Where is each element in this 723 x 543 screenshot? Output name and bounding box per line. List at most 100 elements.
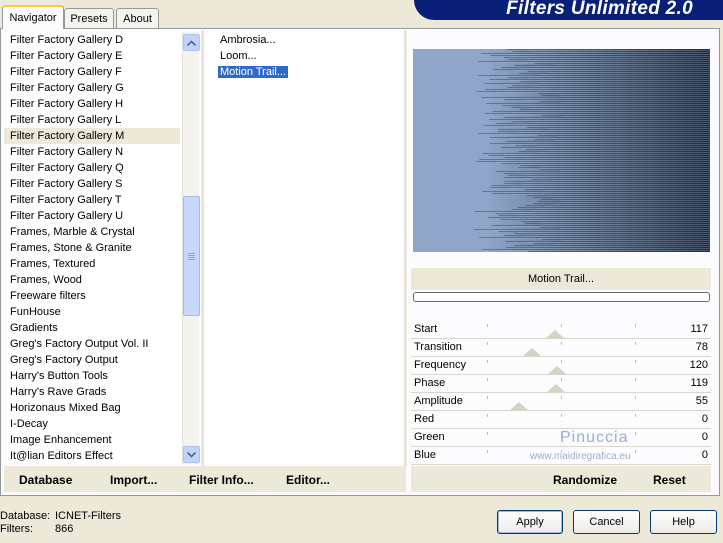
- param-slider[interactable]: [487, 378, 636, 392]
- param-row: Start 117: [411, 321, 711, 339]
- status-database-value: ICNET-Filters: [55, 510, 121, 522]
- status-filters-value: 866: [55, 523, 74, 535]
- tab-about[interactable]: About: [116, 8, 159, 28]
- param-value[interactable]: 0: [702, 431, 708, 443]
- param-value[interactable]: 120: [690, 359, 708, 371]
- param-label: Red: [414, 413, 435, 425]
- category-item[interactable]: Greg's Factory Output Vol. II: [4, 336, 180, 352]
- category-item[interactable]: Filter Factory Gallery G: [4, 80, 180, 96]
- param-value[interactable]: 0: [702, 413, 708, 425]
- category-item[interactable]: Filter Factory Gallery H: [4, 96, 180, 112]
- filter-item[interactable]: Ambrosia...: [206, 32, 402, 48]
- category-item[interactable]: Frames, Marble & Crystal: [4, 224, 180, 240]
- param-slider[interactable]: [487, 342, 636, 356]
- chevron-down-icon: [187, 451, 196, 458]
- slider-handle[interactable]: [545, 330, 564, 338]
- category-item[interactable]: Filter Factory Gallery E: [4, 48, 180, 64]
- watermark-name: Pinuccia: [560, 429, 629, 446]
- category-item[interactable]: Greg's Factory Output: [4, 352, 180, 368]
- help-button[interactable]: Help: [650, 510, 717, 534]
- filter-item-label: Motion Trail...: [218, 66, 289, 78]
- category-item[interactable]: Frames, Textured: [4, 256, 180, 272]
- import-button[interactable]: Import...: [110, 473, 157, 487]
- title-banner: Filters Unlimited 2.0: [414, 0, 723, 20]
- status-filters-label: Filters:: [0, 523, 33, 535]
- filter-item[interactable]: Loom...: [206, 48, 402, 64]
- param-slider[interactable]: [487, 414, 636, 428]
- slider-handle[interactable]: [547, 384, 566, 392]
- param-label: Transition: [414, 341, 462, 353]
- tab-presets[interactable]: Presets: [64, 8, 114, 28]
- param-row: Red 0: [411, 411, 711, 429]
- param-label: Blue: [414, 449, 437, 461]
- param-row: Phase 119: [411, 375, 711, 393]
- slider-handle[interactable]: [523, 348, 542, 356]
- filter-info-button[interactable]: Filter Info...: [189, 473, 254, 487]
- category-item[interactable]: It@lian Editors Effect: [4, 448, 180, 464]
- preview-image: [413, 49, 710, 252]
- category-item[interactable]: Freeware filters: [4, 288, 180, 304]
- category-item[interactable]: Horizonaus Mixed Bag: [4, 400, 180, 416]
- effect-name: Motion Trail...: [411, 268, 711, 290]
- category-item[interactable]: Filter Factory Gallery L: [4, 112, 180, 128]
- category-item[interactable]: Harry's Button Tools: [4, 368, 180, 384]
- param-label: Green: [414, 431, 445, 443]
- tab-navigator[interactable]: Navigator: [2, 5, 64, 29]
- reset-button[interactable]: Reset: [653, 473, 686, 487]
- filter-item[interactable]: Motion Trail...: [206, 64, 402, 80]
- param-value[interactable]: 55: [696, 395, 708, 407]
- scroll-thumb[interactable]: [183, 196, 200, 316]
- database-button[interactable]: Database: [19, 473, 72, 487]
- category-item[interactable]: FunHouse: [4, 304, 180, 320]
- category-item[interactable]: Filter Factory Gallery U: [4, 208, 180, 224]
- right-action-bar: Randomize Reset: [411, 466, 711, 492]
- param-label: Phase: [414, 377, 446, 389]
- param-label: Start: [414, 323, 438, 335]
- progress-bar: [413, 292, 710, 302]
- scroll-down-button[interactable]: [183, 446, 200, 463]
- category-item[interactable]: Frames, Wood: [4, 272, 180, 288]
- param-row: Transition 78: [411, 339, 711, 357]
- category-item[interactable]: Filter Factory Gallery S: [4, 176, 180, 192]
- apply-button[interactable]: Apply: [497, 510, 563, 534]
- param-value[interactable]: 78: [696, 341, 708, 353]
- param-value[interactable]: 119: [690, 377, 708, 389]
- category-item[interactable]: Filter Factory Gallery T: [4, 192, 180, 208]
- param-value[interactable]: 117: [690, 323, 708, 335]
- category-item[interactable]: Filter Factory Gallery N: [4, 144, 180, 160]
- app-title: Filters Unlimited 2.0: [506, 0, 693, 19]
- category-item[interactable]: Filter Factory Gallery F: [4, 64, 180, 80]
- category-item[interactable]: Filter Factory Gallery Q: [4, 160, 180, 176]
- category-item[interactable]: I-Decay: [4, 416, 180, 432]
- category-item[interactable]: Image Enhancement: [4, 432, 180, 448]
- left-action-bar: Database Import... Filter Info... Editor…: [4, 466, 406, 492]
- editor-button[interactable]: Editor...: [286, 473, 330, 487]
- slider-handle[interactable]: [509, 402, 528, 410]
- chevron-up-icon: [187, 39, 196, 46]
- param-row: Frequency 120: [411, 357, 711, 375]
- category-scrollbar[interactable]: [182, 32, 200, 464]
- category-list[interactable]: Filter Factory Gallery D Filter Factory G…: [4, 32, 180, 464]
- status-database-label: Database:: [0, 510, 51, 522]
- filter-list[interactable]: Ambrosia... Loom... Motion Trail...: [206, 32, 402, 464]
- scroll-up-button[interactable]: [183, 34, 200, 51]
- category-item[interactable]: Gradients: [4, 320, 180, 336]
- param-label: Frequency: [414, 359, 466, 371]
- param-row: Amplitude 55: [411, 393, 711, 411]
- param-slider[interactable]: [487, 396, 636, 410]
- slider-handle[interactable]: [547, 366, 566, 374]
- category-item[interactable]: Frames, Stone & Granite: [4, 240, 180, 256]
- separator: [404, 30, 407, 466]
- category-item[interactable]: Filter Factory Gallery M: [4, 128, 180, 144]
- cancel-button[interactable]: Cancel: [573, 510, 640, 534]
- filter-item-label: Ambrosia...: [220, 34, 276, 46]
- param-value[interactable]: 0: [702, 449, 708, 461]
- separator: [201, 30, 204, 466]
- category-item[interactable]: Harry's Rave Grads: [4, 384, 180, 400]
- filter-item-label: Loom...: [220, 50, 257, 62]
- param-slider[interactable]: [487, 360, 636, 374]
- watermark-url: www.maidiregrafica.eu: [530, 451, 631, 462]
- randomize-button[interactable]: Randomize: [553, 473, 617, 487]
- param-slider[interactable]: [487, 324, 636, 338]
- category-item[interactable]: Filter Factory Gallery D: [4, 32, 180, 48]
